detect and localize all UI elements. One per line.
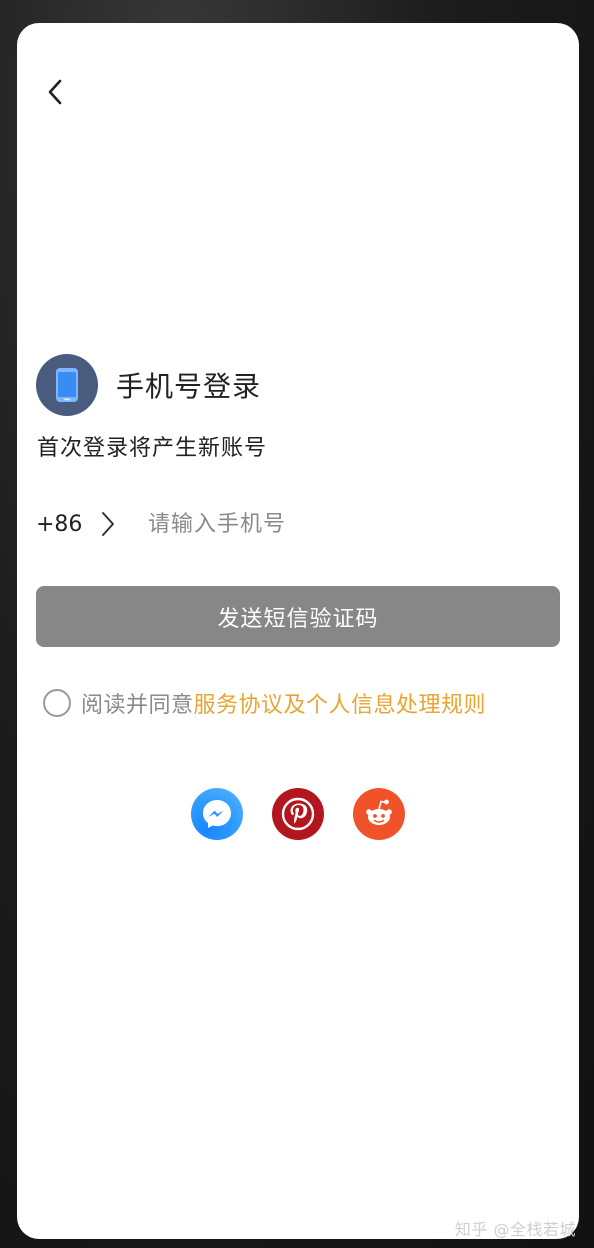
watermark: 知乎 @全栈若城 — [454, 1220, 576, 1239]
messenger-icon — [203, 800, 231, 828]
pinterest-login-button[interactable] — [272, 788, 324, 840]
reddit-icon — [366, 799, 392, 825]
smartphone-icon — [56, 368, 78, 402]
pinterest-icon — [281, 797, 315, 831]
country-code-selector[interactable] — [96, 507, 120, 541]
page-title: 手机号登录 — [116, 370, 262, 403]
country-code[interactable]: +86 — [36, 512, 82, 537]
reddit-login-button[interactable] — [353, 788, 405, 840]
agreement-checkbox[interactable] — [43, 689, 71, 717]
agreement-row: 阅读并同意 服务协议及个人信息处理规则 — [43, 686, 486, 720]
app-logo — [36, 354, 98, 416]
messenger-login-button[interactable] — [191, 788, 243, 840]
page-subtitle: 首次登录将产生新账号 — [37, 436, 268, 461]
terms-link[interactable]: 服务协议及个人信息处理规则 — [194, 687, 487, 719]
back-button[interactable] — [39, 73, 71, 111]
phone-number-row: +86 — [36, 503, 560, 545]
social-login-row — [191, 788, 405, 840]
phone-input[interactable] — [146, 510, 510, 538]
agreement-prefix: 阅读并同意 — [81, 693, 194, 718]
chevron-left-icon — [48, 79, 62, 105]
device-frame: 手机号登录 首次登录将产生新账号 +86 发送短信验证码 阅读并同意服务协议及个… — [0, 0, 594, 1248]
send-sms-code-button[interactable]: 发送短信验证码 — [36, 586, 560, 647]
login-screen: 手机号登录 首次登录将产生新账号 +86 发送短信验证码 阅读并同意服务协议及个… — [17, 23, 579, 1239]
brand-header: 手机号登录 — [36, 354, 261, 416]
chevron-right-icon — [102, 512, 114, 536]
